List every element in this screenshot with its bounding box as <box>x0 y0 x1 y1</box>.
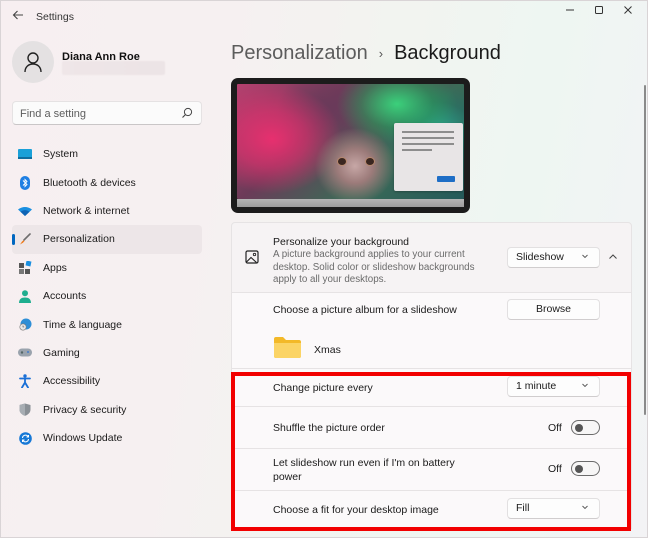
page-title: Background <box>394 42 501 64</box>
battery-row: Let slideshow run even if I'm on battery… <box>231 449 632 491</box>
maximize-button[interactable] <box>585 5 613 19</box>
title-bar: Settings <box>0 0 648 34</box>
sidebar-nav: System Bluetooth & devices Network & int… <box>12 140 202 452</box>
shield-icon <box>18 403 32 417</box>
sidebar-item-label: Privacy & security <box>43 403 127 416</box>
battery-label: Let slideshow run even if I'm on battery… <box>273 457 455 483</box>
album-folder-name[interactable]: Xmas <box>314 343 341 357</box>
sidebar-item-label: Accounts <box>43 290 87 303</box>
vertical-scrollbar[interactable] <box>644 85 646 415</box>
bluetooth-icon <box>18 175 32 190</box>
dropdown-value: Slideshow <box>516 251 564 263</box>
background-type-dropdown[interactable]: Slideshow <box>507 247 600 268</box>
fit-label: Choose a fit for your desktop image <box>273 504 439 516</box>
gamepad-icon <box>18 346 32 360</box>
app-title: Settings <box>36 11 74 23</box>
accounts-icon <box>18 289 32 303</box>
dropdown-value: Fill <box>516 502 530 514</box>
chevron-down-icon <box>582 254 588 259</box>
breadcrumb: Personalization › Background <box>231 42 501 65</box>
minimize-icon <box>566 9 574 11</box>
chevron-up-icon[interactable] <box>608 252 618 262</box>
shuffle-label: Shuffle the picture order <box>273 422 385 434</box>
sidebar-item-privacy[interactable]: Privacy & security <box>12 396 202 424</box>
sidebar-item-label: Bluetooth & devices <box>43 176 136 189</box>
folder-icon <box>274 337 301 358</box>
preview-taskbar <box>237 199 464 207</box>
album-label: Choose a picture album for a slideshow <box>273 304 457 316</box>
update-icon <box>18 431 32 445</box>
sidebar-item-gaming[interactable]: Gaming <box>12 339 202 367</box>
breadcrumb-separator-icon: › <box>378 46 384 61</box>
close-button[interactable] <box>614 5 642 19</box>
user-email-redacted <box>62 61 165 75</box>
battery-toggle[interactable] <box>571 461 600 476</box>
desktop-preview <box>231 78 470 213</box>
wifi-icon <box>18 204 32 218</box>
background-description: A picture background applies to your cur… <box>273 249 475 285</box>
sidebar-item-label: Accessibility <box>43 375 101 388</box>
search-box[interactable] <box>12 101 202 125</box>
picture-icon <box>245 250 259 264</box>
shuffle-row: Shuffle the picture order Off <box>231 407 632 449</box>
background-title: Personalize your background <box>273 236 409 248</box>
sidebar-item-label: Gaming <box>43 346 80 359</box>
sidebar-item-label: Personalization <box>43 233 115 246</box>
sidebar-item-label: Time & language <box>43 318 122 331</box>
cat-eye <box>337 157 347 166</box>
change-picture-row: Change picture every 1 minute <box>231 369 632 407</box>
back-arrow-icon[interactable] <box>10 9 26 25</box>
maximize-icon <box>595 6 603 14</box>
fit-row: Choose a fit for your desktop image Fill <box>231 491 632 529</box>
sidebar: Diana Ann Roe System Bluetooth & devices… <box>0 34 214 538</box>
shuffle-state-label: Off <box>548 422 562 434</box>
browse-button[interactable]: Browse <box>507 299 600 320</box>
fit-dropdown[interactable]: Fill <box>507 498 600 519</box>
battery-state-label: Off <box>548 463 562 475</box>
search-icon[interactable] <box>181 106 193 120</box>
change-picture-interval-dropdown[interactable]: 1 minute <box>507 376 600 397</box>
close-icon <box>624 6 632 14</box>
search-input[interactable] <box>20 106 180 121</box>
sidebar-item-label: Network & internet <box>43 204 130 217</box>
sidebar-item-label: Windows Update <box>43 432 123 445</box>
sidebar-item-network[interactable]: Network & internet <box>12 197 202 225</box>
dropdown-value: 1 minute <box>516 380 557 392</box>
sidebar-item-system[interactable]: System <box>12 140 202 168</box>
change-picture-label: Change picture every <box>273 382 373 394</box>
sidebar-item-accessibility[interactable]: Accessibility <box>12 367 202 395</box>
accessibility-icon <box>18 374 32 389</box>
sidebar-item-label: Apps <box>43 261 67 274</box>
wallpaper-preview-image <box>237 84 464 199</box>
sidebar-item-accounts[interactable]: Accounts <box>12 282 202 310</box>
sidebar-item-label: System <box>43 148 79 161</box>
brush-icon <box>18 232 32 246</box>
sidebar-item-windows-update[interactable]: Windows Update <box>12 424 202 452</box>
system-icon <box>18 147 32 161</box>
chevron-down-icon <box>582 505 588 510</box>
breadcrumb-parent[interactable]: Personalization <box>231 42 368 65</box>
globe-clock-icon <box>18 318 32 332</box>
album-section: Choose a picture album for a slideshow B… <box>231 293 632 369</box>
sidebar-item-apps[interactable]: Apps <box>12 254 202 282</box>
avatar[interactable] <box>12 41 54 83</box>
cat-eye <box>365 157 375 166</box>
apps-icon <box>18 261 32 275</box>
sidebar-item-time-language[interactable]: Time & language <box>12 310 202 338</box>
sidebar-item-bluetooth[interactable]: Bluetooth & devices <box>12 168 202 196</box>
person-icon <box>24 52 42 73</box>
preview-window-mockup <box>394 123 463 191</box>
minimize-button[interactable] <box>556 5 584 19</box>
sidebar-item-personalization[interactable]: Personalization <box>12 225 202 254</box>
personalize-background-card: Personalize your background A picture ba… <box>231 222 632 293</box>
chevron-down-icon <box>582 383 588 388</box>
shuffle-toggle[interactable] <box>571 420 600 435</box>
